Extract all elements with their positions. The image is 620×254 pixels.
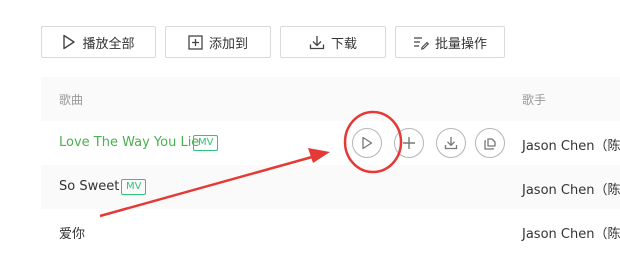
song-title[interactable]: 爱你 <box>59 223 85 242</box>
download-icon <box>444 137 458 150</box>
list-header: 歌曲 歌手 <box>41 77 620 121</box>
song-title[interactable]: Love The Way You Lie <box>59 135 199 150</box>
play-all-button[interactable]: 播放全部 <box>41 26 156 58</box>
song-row[interactable]: Love The Way You Lie MV Jason Chen（陈 <box>41 121 620 165</box>
share-song-button[interactable] <box>475 128 505 158</box>
artist-name[interactable]: Jason Chen（陈 <box>522 223 620 242</box>
mv-badge[interactable]: MV <box>193 135 219 151</box>
mv-badge[interactable]: MV <box>121 179 147 195</box>
add-box-icon <box>188 34 203 50</box>
download-song-button[interactable] <box>436 128 466 158</box>
play-all-label: 播放全部 <box>82 36 135 52</box>
song-title[interactable]: So Sweet <box>59 179 119 194</box>
share-icon <box>484 138 496 150</box>
play-song-button[interactable] <box>352 128 382 158</box>
song-column-header: 歌曲 <box>59 93 84 107</box>
song-row[interactable]: So Sweet MV Jason Chen（陈 <box>41 165 620 209</box>
download-button[interactable]: 下载 <box>280 26 386 58</box>
batch-edit-icon <box>413 36 429 50</box>
batch-operations-label: 批量操作 <box>434 36 487 52</box>
song-row[interactable]: 爱你 Jason Chen（陈 <box>41 209 620 253</box>
artist-name[interactable]: Jason Chen（陈 <box>522 135 620 154</box>
artist-name[interactable]: Jason Chen（陈 <box>522 179 620 198</box>
add-song-button[interactable] <box>394 128 424 158</box>
play-icon <box>362 136 373 150</box>
song-list: 歌曲 歌手 Love The Way You Lie MV Jason Chen… <box>41 77 620 253</box>
artist-column-header: 歌手 <box>522 93 547 107</box>
add-to-label: 添加到 <box>208 36 248 52</box>
play-icon <box>63 34 76 50</box>
batch-operations-button[interactable]: 批量操作 <box>395 26 505 58</box>
download-label: 下载 <box>330 36 357 52</box>
add-to-button[interactable]: 添加到 <box>165 26 271 58</box>
toolbar: 播放全部 添加到 下载 批量操作 <box>41 26 505 58</box>
download-icon <box>309 35 325 49</box>
plus-icon <box>403 137 415 149</box>
